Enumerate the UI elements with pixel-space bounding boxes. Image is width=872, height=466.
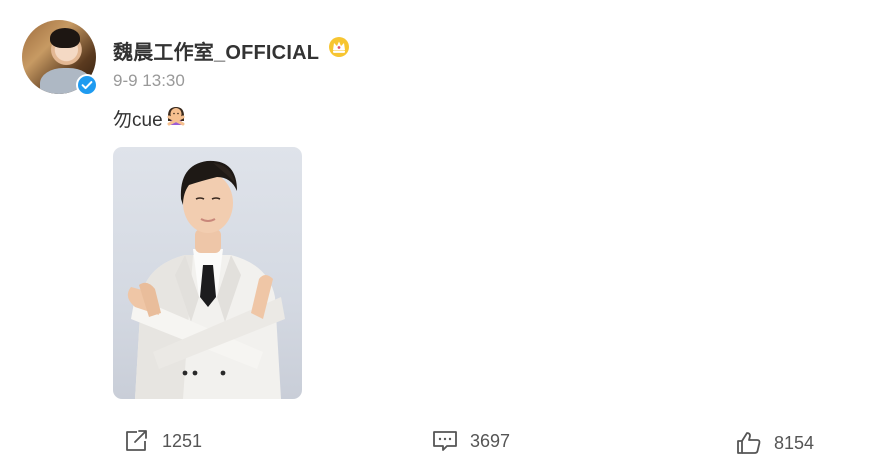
comment-button[interactable]: 3697 <box>432 428 510 454</box>
comment-icon <box>432 429 458 453</box>
repost-count: 1251 <box>162 430 203 451</box>
like-button[interactable]: 8154 <box>736 430 814 456</box>
post-photo[interactable] <box>113 147 302 399</box>
post-text-line: 勿cue <box>113 104 187 132</box>
like-count: 8154 <box>774 432 815 453</box>
weibo-post: 魏晨工作室_OFFICIAL 9-9 13:30 勿cue 1251 3697 … <box>0 0 872 466</box>
author-name[interactable]: 魏晨工作室_OFFICIAL <box>113 36 319 65</box>
post-timestamp[interactable]: 9-9 13:30 <box>113 71 185 91</box>
photo-man-white-suit-crossed-arms <box>127 160 285 399</box>
person-gesturing-no-icon <box>165 104 187 132</box>
verified-icon <box>76 74 98 96</box>
repost-button[interactable]: 1251 <box>124 428 202 454</box>
avatar-figure-hair <box>50 28 80 48</box>
thumbs-up-icon <box>736 431 762 455</box>
repost-icon <box>124 429 150 453</box>
comment-count: 3697 <box>470 430 511 451</box>
post-text: 勿cue <box>113 109 163 131</box>
crown-icon[interactable] <box>328 36 350 63</box>
